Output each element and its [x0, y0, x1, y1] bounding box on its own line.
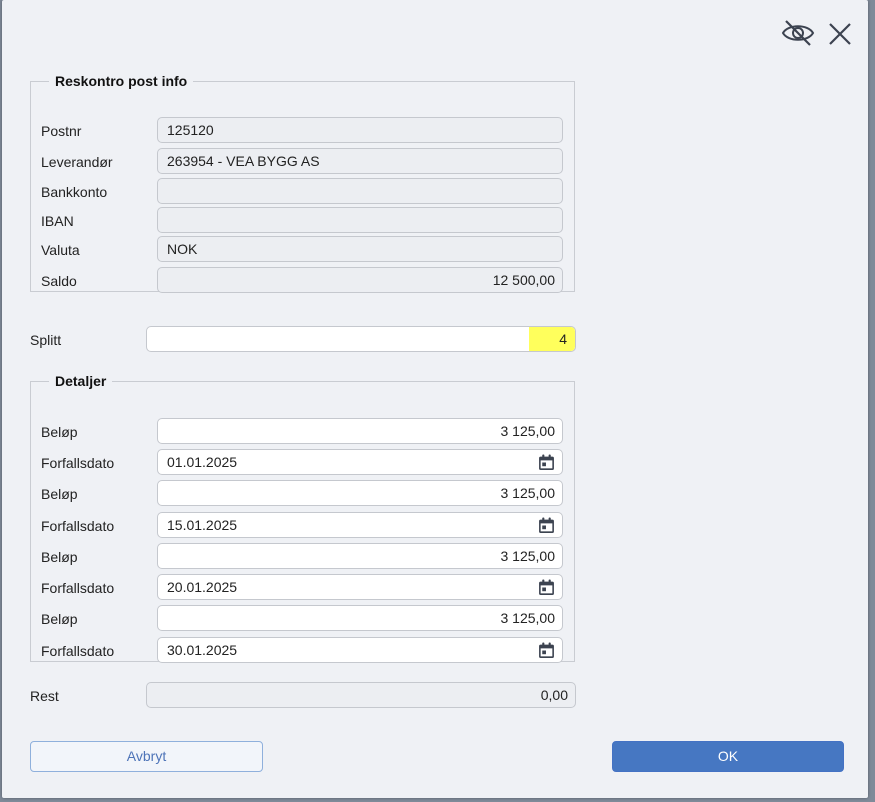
belop-label: Beløp [41, 611, 78, 627]
forfallsdato-row-4: Forfallsdato 30.01.2025 [31, 637, 574, 665]
belop-row-2: Beløp 3 125,00 [31, 480, 574, 508]
forfallsdato-input-4[interactable]: 30.01.2025 [157, 637, 563, 663]
forfallsdato-label: Forfallsdato [41, 580, 115, 596]
belop-label: Beløp [41, 424, 78, 440]
postnr-row: Postnr 125120 [31, 117, 574, 145]
forfallsdato-value-1: 01.01.2025 [167, 454, 238, 470]
iban-label: IBAN [41, 213, 74, 229]
close-icon[interactable] [826, 20, 854, 48]
rest-label: Rest [30, 688, 59, 704]
leverandor-field[interactable]: 263954 - VEA BYGG AS [157, 148, 563, 174]
bankkonto-label: Bankkonto [41, 184, 108, 200]
forfallsdato-label: Forfallsdato [41, 455, 115, 471]
valuta-label: Valuta [41, 242, 80, 258]
postnr-label: Postnr [41, 123, 82, 139]
forfallsdato-row-2: Forfallsdato 15.01.2025 [31, 512, 574, 540]
calendar-icon[interactable] [538, 642, 555, 659]
forfallsdato-value-4: 30.01.2025 [167, 642, 238, 658]
saldo-label: Saldo [41, 273, 77, 289]
belop-input-1[interactable]: 3 125,00 [157, 418, 563, 444]
belop-row-3: Beløp 3 125,00 [31, 543, 574, 571]
forfallsdato-label: Forfallsdato [41, 518, 115, 534]
reskontro-legend: Reskontro post info [55, 73, 188, 89]
reskontro-post-info-group: Reskontro post info Postnr 125120 Levera… [30, 73, 575, 295]
belop-input-4[interactable]: 3 125,00 [157, 605, 563, 631]
leverandor-label: Leverandør [41, 154, 113, 170]
belop-input-2[interactable]: 3 125,00 [157, 480, 563, 506]
belop-input-3[interactable]: 3 125,00 [157, 543, 563, 569]
belop-label: Beløp [41, 549, 78, 565]
valuta-field[interactable]: NOK [157, 236, 563, 262]
forfallsdato-input-1[interactable]: 01.01.2025 [157, 449, 563, 475]
detaljer-group: Detaljer Beløp 3 125,00 Forfallsdato 01.… [30, 373, 575, 665]
forfallsdato-row-3: Forfallsdato 20.01.2025 [31, 574, 574, 602]
split-dialog: Reskontro post info Postnr 125120 Levera… [2, 0, 868, 798]
postnr-field[interactable]: 125120 [157, 117, 563, 143]
belop-row-1: Beløp 3 125,00 [31, 418, 574, 446]
leverandor-row: Leverandør 263954 - VEA BYGG AS [31, 148, 574, 176]
forfallsdato-row-1: Forfallsdato 01.01.2025 [31, 449, 574, 477]
forfallsdato-label: Forfallsdato [41, 643, 115, 659]
splitt-label: Splitt [30, 332, 62, 348]
forfallsdato-input-2[interactable]: 15.01.2025 [157, 512, 563, 538]
rest-row: Rest 0,00 [30, 682, 576, 710]
calendar-icon[interactable] [538, 579, 555, 596]
cancel-button[interactable]: Avbryt [30, 741, 263, 772]
forfallsdato-input-3[interactable]: 20.01.2025 [157, 574, 563, 600]
splitt-value: 4 [529, 327, 575, 351]
valuta-row: Valuta NOK [31, 236, 574, 264]
iban-row: IBAN [31, 207, 574, 235]
calendar-icon[interactable] [538, 454, 555, 471]
calendar-icon[interactable] [538, 517, 555, 534]
bankkonto-row: Bankkonto [31, 178, 574, 206]
forfallsdato-value-2: 15.01.2025 [167, 517, 238, 533]
belop-label: Beløp [41, 486, 78, 502]
eye-slash-icon[interactable] [780, 17, 816, 49]
rest-field[interactable]: 0,00 [146, 682, 576, 708]
saldo-field[interactable]: 12 500,00 [157, 267, 563, 293]
splitt-input[interactable]: 4 [146, 326, 576, 352]
saldo-row: Saldo 12 500,00 [31, 267, 574, 295]
detaljer-legend: Detaljer [55, 373, 107, 389]
ok-button[interactable]: OK [612, 741, 844, 772]
iban-field[interactable] [157, 207, 563, 233]
bankkonto-field[interactable] [157, 178, 563, 204]
belop-row-4: Beløp 3 125,00 [31, 605, 574, 633]
forfallsdato-value-3: 20.01.2025 [167, 579, 238, 595]
splitt-row: Splitt 4 [30, 326, 576, 354]
